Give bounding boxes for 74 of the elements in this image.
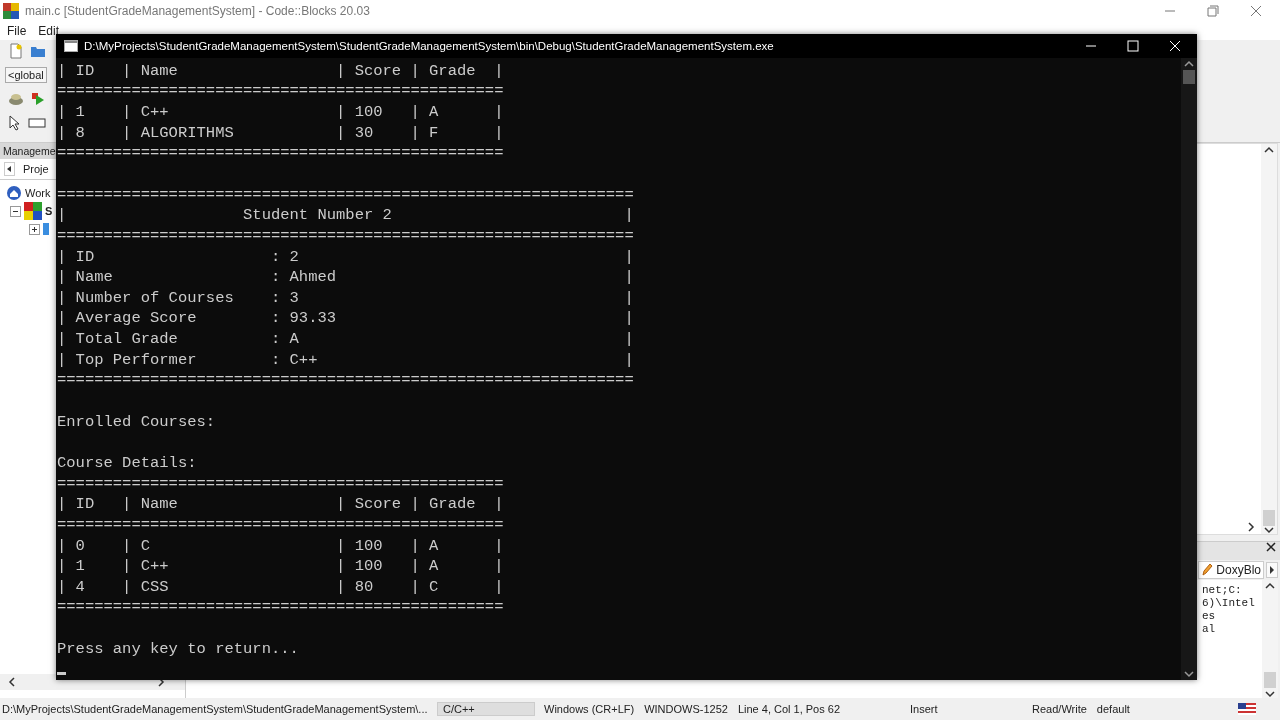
console-line: ============================================================== [56,225,635,247]
log-line: 6)\Intel [1202,597,1256,610]
flag-icon [1238,703,1256,715]
scroll-down-icon[interactable] [1184,670,1194,678]
menu-item[interactable]: Edit [38,24,60,38]
console-line: ============================================================== [56,370,635,392]
window-title: main.c [StudentGradeManagementSystem] - Code::Blocks 20.03 [25,4,370,18]
console-line: ================================================ [56,597,505,619]
scroll-right-icon[interactable] [157,677,165,687]
collapse-icon[interactable] [10,205,21,217]
console-line: ============================================================== [56,184,635,206]
tree-item[interactable]: S [45,205,53,217]
menu-item[interactable]: File [7,24,27,38]
console-line: | ID | Name | Score | Grade | [56,494,505,515]
expand-icon[interactable] [29,223,40,235]
scroll-up-icon[interactable] [1265,582,1275,590]
scroll-down-icon[interactable] [1264,526,1274,534]
console-line: | Total Grade : A | [56,329,635,350]
scroll-left-icon[interactable] [8,677,16,687]
workspace-icon [6,185,22,201]
scroll-down-icon[interactable] [1265,690,1275,698]
console-line: | 0 | C | 100 | A | [56,535,505,557]
maximize-icon[interactable] [1127,39,1139,52]
pointer-icon[interactable] [8,115,22,131]
log-line: net;C: [1202,584,1243,597]
scroll-up-icon[interactable] [1264,146,1274,154]
console-line: | 8 | ALGORITHMS | 30 | F | [56,122,505,144]
log-tab[interactable]: DoxyBlo [1198,561,1264,579]
console-line: ================================================ [56,473,505,495]
log-line: al [1202,623,1217,636]
scroll-right-icon[interactable] [1247,522,1255,532]
restore-icon[interactable] [1207,5,1219,17]
text-cursor [57,672,66,676]
console-line: Enrolled Courses: [56,411,217,433]
console-line: ================================================ [56,514,505,536]
status-field: Insert [905,703,1028,715]
close-icon[interactable] [1266,542,1276,552]
console-line: | 4 | CSS | 80 | C | [56,576,505,598]
console-line: | Student Number 2 | [56,205,635,226]
console-line: ================================================ [56,81,505,103]
app-icon [3,3,19,19]
console-line: | Number of Courses : 3 | [56,287,635,309]
run-icon[interactable] [30,91,46,107]
status-field: C/C++ [437,702,535,716]
console-line: | ID | Name | Score | Grade | [56,60,505,82]
scrollbar-thumb[interactable] [1263,510,1275,526]
console-line: | 1 | C++ | 100 | A | [56,556,505,577]
scrollbar-thumb[interactable] [1183,69,1195,84]
project-icon [24,202,42,220]
console-line: Course Details: [56,452,198,474]
tab-menu-icon[interactable] [1266,562,1278,578]
status-field: Line 4, Col 1, Pos 62 [732,703,846,715]
status-field: WINDOWS-1252 [639,703,733,715]
scrollbar-thumb[interactable] [1264,672,1276,688]
console-line: | 1 | C++ | 100 | A | [56,102,505,123]
rectangle-icon[interactable] [28,117,46,129]
console-line: Press any key to return... [56,638,300,660]
panel-tab[interactable]: Proje [23,163,49,175]
scope-dropdown[interactable]: <global [5,67,47,83]
tree-item[interactable]: Work [25,187,51,199]
log-line: es [1202,610,1217,623]
console-icon [64,39,78,52]
console-line: | Average Score : 93.33 | [56,308,635,330]
status-field: default [1091,703,1135,715]
status-field: D:\MyProjects\StudentGradeManagementSystem\StudentGradeManagementSystem\... [0,703,437,715]
status-field: Windows (CR+LF) [539,703,640,715]
console-line: | Top Performer : C++ | [56,349,635,371]
scroll-up-icon[interactable] [1184,59,1194,68]
build-icon[interactable] [8,91,24,107]
console-line: | ID : 2 | [56,246,635,268]
window-title: D:\MyProjects\StudentGradeManagementSystem\StudentGradeManagementSystem\bin\Debug\StudentGradeManagementSystem.exe [84,39,774,52]
status-field: Read/Write [1027,703,1092,715]
console-line: | Name : Ahmed | [56,267,635,288]
pencil-icon [1201,563,1214,577]
